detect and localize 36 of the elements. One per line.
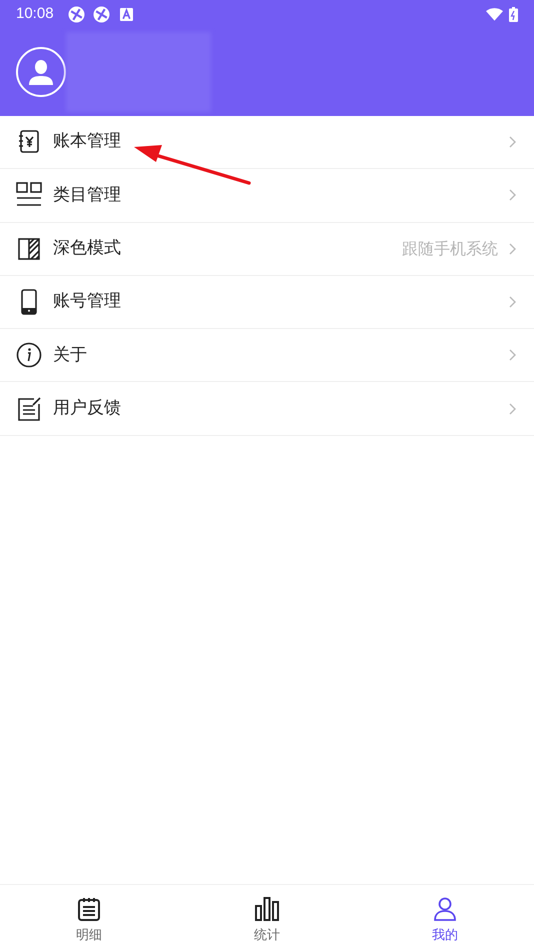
person-icon xyxy=(433,897,457,921)
note-edit-icon xyxy=(16,396,42,422)
nav-tab[interactable]: 我的 xyxy=(356,885,534,950)
chevron-right-icon xyxy=(509,242,516,255)
grid-list-icon xyxy=(16,182,42,208)
row-label: 账号管理 xyxy=(53,290,121,314)
row-label: 类目管理 xyxy=(53,184,121,207)
chevron-right-icon xyxy=(509,349,516,362)
notepad-icon xyxy=(77,897,101,921)
chevron-right-icon xyxy=(509,296,516,308)
chevron-right-icon xyxy=(509,189,516,202)
chevron-right-icon xyxy=(509,402,516,415)
row-value: 跟随手机系统 xyxy=(402,238,498,260)
info-icon xyxy=(16,342,42,368)
half-shaded-icon xyxy=(16,236,42,262)
chevron-right-icon xyxy=(509,136,516,148)
settings-row[interactable]: 类目管理 xyxy=(0,169,534,223)
app-notification-icon xyxy=(68,6,85,22)
row-label: 账本管理 xyxy=(53,130,121,154)
status-time: 10:08 xyxy=(16,4,54,24)
battery-icon xyxy=(509,6,518,22)
settings-row[interactable]: 深色模式 跟随手机系统 xyxy=(0,222,534,276)
nav-tab[interactable]: 明细 xyxy=(0,885,178,950)
row-label: 关于 xyxy=(53,344,87,367)
row-label: 深色模式 xyxy=(53,236,121,260)
nav-tab[interactable]: 统计 xyxy=(178,885,356,950)
app-notification-icon xyxy=(92,6,110,22)
person-icon xyxy=(28,59,54,85)
settings-row[interactable]: 关于 xyxy=(0,329,534,382)
settings-row[interactable]: 用户反馈 xyxy=(0,382,534,436)
bar-chart-icon xyxy=(255,897,279,921)
keyboard-icon xyxy=(120,8,133,20)
wifi-icon xyxy=(486,7,503,21)
row-label: 用户反馈 xyxy=(53,396,121,420)
settings-row[interactable]: 账号管理 xyxy=(0,276,534,330)
yen-book-icon xyxy=(16,129,42,156)
